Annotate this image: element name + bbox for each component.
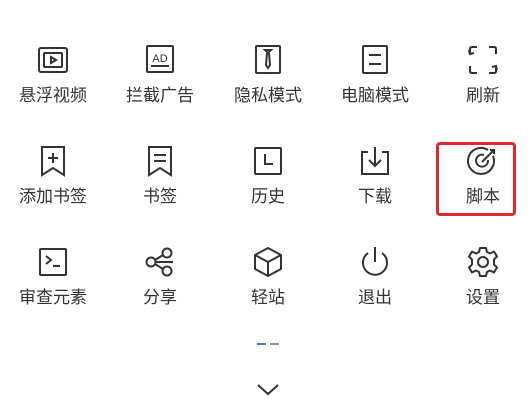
inspect-element-icon <box>35 244 71 280</box>
page-indicator-active <box>257 343 266 345</box>
script-icon <box>465 143 501 179</box>
power-icon <box>357 244 393 280</box>
menu-item-refresh[interactable]: 刷新 <box>435 20 531 112</box>
menu-item-desktop-mode[interactable]: 电脑模式 <box>327 20 423 112</box>
menu-item-label: 书签 <box>143 187 177 207</box>
menu-item-label: 添加书签 <box>19 187 87 207</box>
collapse-button[interactable] <box>254 380 282 400</box>
menu-item-download[interactable]: 下载 <box>327 121 423 213</box>
add-bookmark-icon <box>35 143 71 179</box>
menu-item-label: 电脑模式 <box>341 86 409 106</box>
menu-item-light-site[interactable]: 轻站 <box>220 222 316 314</box>
desktop-mode-icon <box>357 42 393 78</box>
menu-item-script[interactable]: 脚本 <box>435 121 531 213</box>
page-indicator-inactive <box>270 343 279 345</box>
menu-item-label: 隐私模式 <box>234 86 302 106</box>
bookmark-icon <box>142 143 178 179</box>
menu-grid: 悬浮视频 AD 拦截广告 隐私模式 电脑模式 刷新 添加书签 书签 历史 下载 … <box>0 0 531 330</box>
menu-item-label: 拦截广告 <box>126 86 194 106</box>
menu-item-settings[interactable]: 设置 <box>435 222 531 314</box>
menu-item-add-bookmark[interactable]: 添加书签 <box>5 121 101 213</box>
menu-item-label: 设置 <box>466 288 500 308</box>
history-icon <box>250 143 286 179</box>
ad-icon-text: AD <box>152 53 167 65</box>
menu-item-privacy-mode[interactable]: 隐私模式 <box>220 20 316 112</box>
page-indicator <box>257 343 279 345</box>
menu-item-label: 审查元素 <box>19 288 87 308</box>
menu-item-share[interactable]: 分享 <box>112 222 208 314</box>
floating-video-icon <box>35 42 71 78</box>
menu-item-history[interactable]: 历史 <box>220 121 316 213</box>
light-site-icon <box>250 244 286 280</box>
menu-item-label: 轻站 <box>251 288 285 308</box>
share-icon <box>142 244 178 280</box>
refresh-icon <box>465 42 501 78</box>
menu-item-exit[interactable]: 退出 <box>327 222 423 314</box>
chevron-down-icon <box>257 384 279 396</box>
menu-item-inspect-element[interactable]: 审查元素 <box>5 222 101 314</box>
menu-item-ad-block[interactable]: AD 拦截广告 <box>112 20 208 112</box>
menu-item-label: 刷新 <box>466 86 500 106</box>
menu-item-label: 分享 <box>143 288 177 308</box>
menu-item-floating-video[interactable]: 悬浮视频 <box>5 20 101 112</box>
gear-icon <box>465 244 501 280</box>
privacy-mode-icon <box>250 42 286 78</box>
menu-item-label: 悬浮视频 <box>19 86 87 106</box>
menu-item-bookmark[interactable]: 书签 <box>112 121 208 213</box>
menu-item-label: 下载 <box>358 187 392 207</box>
menu-item-label: 历史 <box>251 187 285 207</box>
ad-block-icon: AD <box>142 42 178 78</box>
menu-item-label: 退出 <box>358 288 392 308</box>
download-icon <box>357 143 393 179</box>
menu-item-label: 脚本 <box>466 187 500 207</box>
